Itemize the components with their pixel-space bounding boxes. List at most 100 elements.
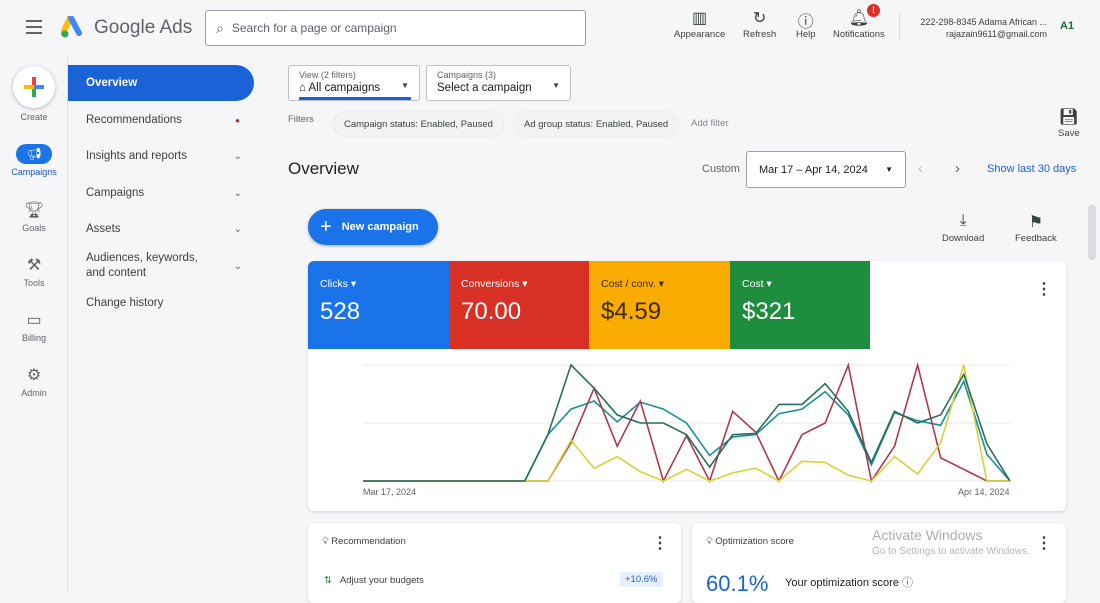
date-range-picker[interactable]: Mar 17 – Apr 14, 2024 ▼ xyxy=(746,151,906,188)
feedback-button[interactable]: ⚑ Feedback xyxy=(1015,212,1057,244)
appearance-button[interactable]: ▥ Appearance xyxy=(674,8,725,40)
date-range: Mar 17 – Apr 14, 2024 xyxy=(759,164,868,176)
card-icon: ▭ xyxy=(26,312,42,329)
more-options-icon[interactable]: ⋮ xyxy=(1036,533,1052,553)
alert-dot-icon: ● xyxy=(235,115,240,125)
metric-label: Cost / conv. xyxy=(601,278,656,290)
save-label: Save xyxy=(1058,128,1080,139)
x-tick-end: Apr 14, 2024 xyxy=(958,487,1010,497)
nav-audiences[interactable]: Audiences, keywords, and content ⌄ xyxy=(68,248,254,284)
lightbulb-icon: 💡︎ xyxy=(322,536,332,547)
tools-icon: ⚒ xyxy=(26,257,42,274)
admin-label: Admin xyxy=(21,388,47,398)
search-icon: ⌕ xyxy=(216,19,224,36)
nav-overview[interactable]: Overview xyxy=(68,65,254,101)
view-dropdown[interactable]: View (2 filters) ⌂ All campaigns ▼ xyxy=(288,65,420,101)
add-filter-button[interactable]: Add filter xyxy=(691,118,729,129)
optimization-title: Optimization score xyxy=(715,536,794,547)
performance-chart xyxy=(363,361,1011,484)
nav-label: Audiences, keywords, and content xyxy=(86,252,198,279)
avatar[interactable]: A1 xyxy=(1060,20,1074,32)
left-rail: Create 📢︎ Campaigns 🏆︎ Goals ⚒ Tools ▭ Billi… xyxy=(0,56,68,593)
new-campaign-label: New campaign xyxy=(341,221,419,233)
refresh-button[interactable]: ↻ Refresh xyxy=(743,8,776,40)
rail-campaigns[interactable]: 📢︎ Campaigns xyxy=(0,144,68,177)
download-label: Download xyxy=(942,233,985,244)
notifications-button[interactable]: 🔔︎! Notifications xyxy=(833,4,885,40)
help-button[interactable]: ⓘ Help xyxy=(796,8,816,40)
campaigns-value: Select a campaign xyxy=(437,82,532,94)
metric-cost-per-conv[interactable]: Cost / conv. ▾ $4.59 xyxy=(589,261,730,349)
product-name: Google Ads xyxy=(94,17,193,38)
plus-icon xyxy=(13,66,55,108)
dropdown-arrow-icon: ▼ xyxy=(552,81,560,90)
help-label: Help xyxy=(796,29,816,40)
download-button[interactable]: ⤓ Download xyxy=(942,212,984,244)
gear-icon: ⚙ xyxy=(26,367,42,384)
optimization-score: 60.1% xyxy=(706,571,769,596)
top-bar: Google Ads ⌕ Search for a page or campaig… xyxy=(0,0,1100,56)
create-label: Create xyxy=(20,112,48,122)
search-input[interactable]: ⌕ Search for a page or campaign xyxy=(205,10,586,46)
megaphone-icon: 📢︎ xyxy=(16,144,52,164)
next-period-icon[interactable]: › xyxy=(955,160,960,177)
plus-icon: + xyxy=(320,215,332,238)
menu-icon[interactable] xyxy=(26,20,42,34)
view-value: All campaigns xyxy=(308,82,381,94)
metric-cost[interactable]: Cost ▾ $321 xyxy=(730,261,870,349)
recommendation-delta: +10.6% xyxy=(620,572,663,587)
search-placeholder: Search for a page or campaign xyxy=(231,21,397,35)
nav-label: Change history xyxy=(86,297,164,309)
help-icon[interactable]: ⓘ xyxy=(902,577,913,589)
more-options-icon[interactable]: ⋮ xyxy=(652,533,668,553)
nav-label: Recommendations xyxy=(86,114,182,126)
download-icon: ⤓ xyxy=(959,212,967,229)
rail-tools[interactable]: ⚒ Tools xyxy=(0,255,68,288)
new-campaign-button[interactable]: + New campaign xyxy=(308,209,438,245)
filter-chip-campaign-status[interactable]: Campaign status: Enabled, Paused xyxy=(334,112,503,136)
billing-label: Billing xyxy=(21,333,46,343)
rail-billing[interactable]: ▭ Billing xyxy=(0,310,68,343)
chevron-down-icon: ⌄ xyxy=(233,260,242,272)
help-icon: ⓘ xyxy=(797,14,814,31)
refresh-icon: ↻ xyxy=(752,10,767,27)
tools-label: Tools xyxy=(23,278,45,288)
nav-label: Insights and reports xyxy=(86,150,188,162)
nav-label: Campaigns xyxy=(86,187,145,199)
nav-change-history[interactable]: Change history xyxy=(68,285,254,321)
nav-campaigns[interactable]: Campaigns ⌄ xyxy=(68,175,254,211)
metric-clicks[interactable]: Clicks ▾ 528 xyxy=(308,261,449,349)
google-ads-logo xyxy=(61,16,82,38)
filter-chip-adgroup-status[interactable]: Ad group status: Enabled, Paused xyxy=(514,112,679,136)
metric-label: Conversions xyxy=(461,278,520,290)
refresh-label: Refresh xyxy=(743,29,777,40)
notifications-label: Notifications xyxy=(833,29,885,40)
lightbulb-icon: 💡︎ xyxy=(706,536,716,547)
dropdown-arrow-icon: ▼ xyxy=(401,81,409,90)
rail-goals[interactable]: 🏆︎ Goals xyxy=(0,200,68,233)
home-icon: ⌂ xyxy=(299,82,309,94)
create-button[interactable]: Create xyxy=(0,66,68,122)
nav-recommendations[interactable]: Recommendations ● xyxy=(68,102,254,138)
metric-label: Clicks xyxy=(320,278,348,290)
scrollbar[interactable] xyxy=(1088,205,1096,260)
feedback-icon: ⚑ xyxy=(1028,214,1044,231)
nav-insights[interactable]: Insights and reports ⌄ xyxy=(68,138,254,174)
rail-admin[interactable]: ⚙ Admin xyxy=(0,365,68,398)
show-last-30-days-link[interactable]: Show last 30 days xyxy=(987,163,1076,175)
nav-label: Overview xyxy=(86,77,138,89)
divider xyxy=(899,14,900,40)
save-button[interactable]: 💾︎ Save xyxy=(1058,107,1080,139)
campaign-dropdown[interactable]: Campaigns (3) Select a campaign ▼ xyxy=(426,65,571,101)
recommendation-item[interactable]: ⇅ Adjust your budgets xyxy=(324,575,424,586)
dropdown-arrow-icon: ▼ xyxy=(885,165,893,174)
notification-badge: ! xyxy=(867,4,880,17)
more-options-icon[interactable]: ⋮ xyxy=(1036,279,1052,299)
metric-conversions[interactable]: Conversions ▾ 70.00 xyxy=(449,261,589,349)
account-info[interactable]: 222-298-8345 Adama African ... rajazain96… xyxy=(910,16,1047,40)
chevron-down-icon: ⌄ xyxy=(233,150,242,162)
metric-value: 528 xyxy=(320,298,361,325)
prev-period-icon[interactable]: ‹ xyxy=(918,160,923,177)
optimization-subtitle-text: Your optimization score xyxy=(785,577,899,589)
nav-assets[interactable]: Assets ⌄ xyxy=(68,211,254,247)
